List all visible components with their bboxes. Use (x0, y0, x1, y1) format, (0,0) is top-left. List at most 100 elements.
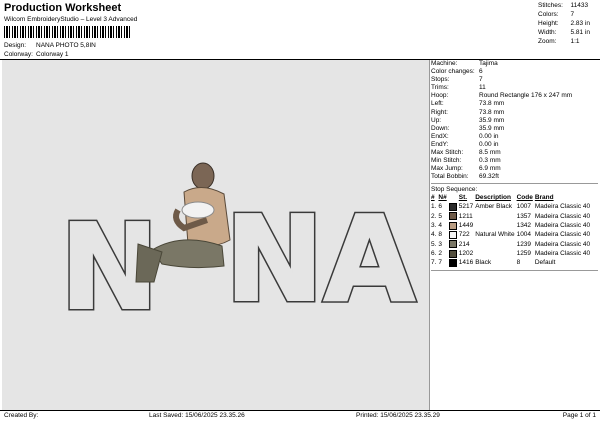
stop-header-row: # N# St. Description Code Brand (431, 194, 592, 203)
thread-desc (475, 240, 516, 249)
stop-num: 1. (431, 203, 437, 211)
printed-date: Printed: 15/06/2025 23.35.29 (356, 412, 440, 419)
thread-code: 1357 (516, 212, 532, 220)
info-panel: Machine: Tajima Color changes: 6 Stops: 7 T… (431, 60, 598, 272)
stop-num: 6. (431, 249, 437, 257)
created-by: Created By: (4, 412, 39, 419)
needle-num: 2 (438, 249, 443, 257)
machine-info-table: Machine: Tajima Color changes: 6 Stops: 7 T… (431, 60, 572, 181)
thread-code: 1007 (516, 203, 532, 211)
figure-legs (151, 239, 225, 269)
thread-brand: Madeira Classic 40 (534, 203, 591, 211)
info-value: 73.8 mm (479, 108, 505, 116)
info-value: 0.3 mm (479, 157, 501, 165)
embroidery-design: N N NA NA (58, 162, 418, 339)
info-value: 8.5 mm (479, 149, 501, 157)
col-header: St. (458, 194, 468, 202)
figure-head (191, 162, 215, 190)
col-header (449, 194, 459, 203)
info-row: Max Jump: 6.9 mm (431, 165, 572, 173)
col-header: Description (475, 194, 511, 202)
stitch-count: 214 (458, 240, 470, 248)
thread-code: 1342 (516, 221, 532, 229)
stop-row: 5. 3 214 1239 Madeira Classic 40 (431, 240, 592, 249)
info-label: Color changes: (431, 68, 475, 76)
needle-num: 4 (438, 221, 443, 229)
stitch-count: 1211 (458, 212, 473, 220)
info-row: Min Stitch: 0.3 mm (431, 157, 572, 165)
info-value: 6.9 mm (479, 165, 501, 173)
info-row: EndX: 0.00 in (431, 133, 572, 141)
info-label: Total Bobbin: (431, 173, 469, 181)
stat-row: Zoom: 1:1 (538, 38, 596, 47)
stop-row: 2. 5 1211 1357 Madeira Classic 40 (431, 212, 592, 221)
needle-num: 5 (438, 212, 443, 220)
stat-label: Height: (538, 20, 559, 27)
section-divider (431, 270, 598, 272)
info-row: Total Bobbin: 69.32ft (431, 173, 572, 181)
stop-sequence-title: Stop Sequence: (431, 186, 478, 194)
info-label: EndX: (431, 132, 449, 140)
stop-row: 4. 8 722 Natural White 1004 Madeira Clas… (431, 230, 592, 240)
last-saved: Last Saved: 15/06/2025 23.35.26 (149, 412, 245, 419)
thread-brand: Madeira Classic 40 (534, 249, 591, 257)
thread-desc: Amber Black (475, 203, 513, 211)
stop-num: 5. (431, 240, 437, 248)
color-swatch (448, 258, 457, 267)
col-header: # (431, 194, 435, 202)
info-label: Max Stitch: (431, 149, 464, 157)
thread-desc (475, 250, 516, 259)
stat-value: 7 (570, 11, 575, 18)
info-row: EndY: 0.00 in (431, 141, 572, 149)
stat-row: Stitches: 11433 (538, 2, 596, 11)
section-divider (431, 183, 598, 185)
stat-value: 1:1 (570, 38, 580, 45)
info-label: Machine: (431, 60, 458, 67)
colorway-row: Colorway: Colorway 1 (4, 51, 69, 58)
color-swatch (448, 203, 457, 211)
stitch-count: 1416 (458, 259, 474, 267)
thread-brand: Default (534, 259, 556, 267)
stitch-count: 5217 (458, 203, 474, 211)
swatch-cell (448, 203, 459, 212)
swatch-cell (448, 212, 459, 221)
stat-label: Width: (538, 29, 557, 36)
info-row: Down: 35.9 mm (431, 125, 572, 133)
thread-desc: Natural White (475, 231, 515, 239)
swatch-cell (448, 221, 459, 231)
baby-bundle (181, 201, 215, 219)
stop-row: 3. 4 1449 1342 Madeira Classic 40 (431, 221, 592, 231)
stat-row: Colors: 7 (538, 11, 596, 20)
color-swatch (448, 221, 457, 230)
swatch-cell (448, 240, 459, 249)
thread-code: 8 (516, 259, 521, 267)
info-row: Stops: 7 (431, 76, 572, 84)
info-row: Max Stitch: 8.5 mm (431, 149, 572, 157)
thread-desc: Black (475, 259, 492, 267)
software-subtitle: Wilcom EmbroideryStudio – Level 3 Advanc… (4, 16, 138, 23)
needle-num: 3 (438, 240, 443, 248)
info-row: Up: 35.9 mm (431, 117, 572, 125)
stitch-count: 1449 (458, 221, 474, 229)
info-label: EndY: (431, 140, 449, 148)
info-value: 35.9 mm (479, 116, 505, 124)
color-swatch (448, 249, 457, 258)
info-row: Right: 73.8 mm (431, 109, 572, 117)
swatch-cell (448, 230, 459, 240)
stitch-count: 722 (458, 231, 470, 239)
needle-num: 8 (438, 231, 443, 239)
info-row: Trims: 11 (431, 84, 572, 92)
info-label: Down: (431, 124, 450, 132)
thread-brand: Madeira Classic 40 (534, 221, 591, 229)
color-swatch (448, 240, 457, 249)
info-label: Trims: (431, 84, 449, 92)
info-value: Round Rectangle 176 x 247 mm (479, 92, 573, 100)
design-letters-na-inner: NA (225, 190, 415, 328)
info-row: Left: 73.8 mm (431, 100, 572, 108)
stop-num: 2. (431, 212, 437, 220)
info-value: 7 (479, 76, 483, 84)
page-number: Page 1 of 1 (562, 412, 596, 419)
color-swatch (448, 230, 457, 239)
info-value: 0.00 in (479, 132, 499, 140)
swatch-cell (448, 258, 459, 268)
